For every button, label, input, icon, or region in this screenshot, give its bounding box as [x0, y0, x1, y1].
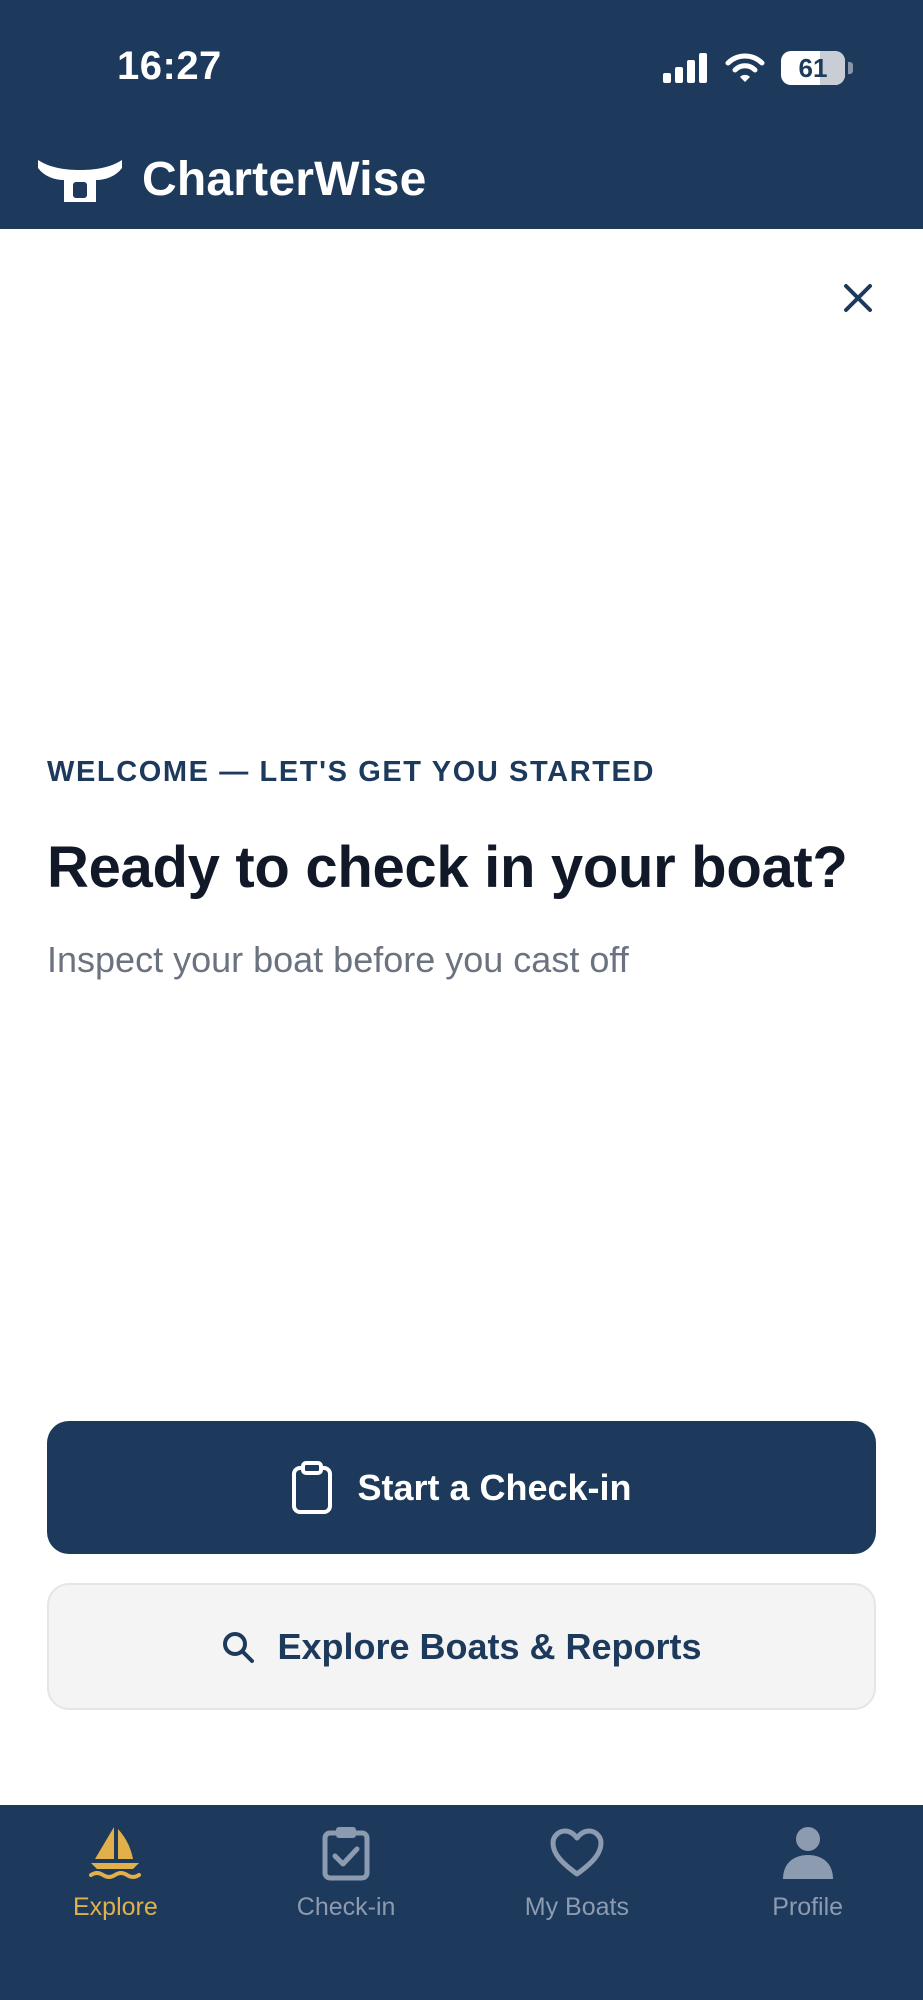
sailboat-icon	[85, 1823, 145, 1883]
clipboard-icon	[292, 1460, 333, 1514]
start-check-in-label: Start a Check-in	[357, 1466, 632, 1508]
wifi-icon	[725, 53, 765, 82]
close-button[interactable]	[830, 270, 886, 326]
app-header: 16:27 61 CharterWise	[0, 0, 923, 229]
close-icon	[844, 284, 872, 312]
tab-check-in[interactable]: Check-in	[231, 1805, 462, 2000]
battery-icon: 61	[781, 51, 853, 85]
bottom-tab-bar: Explore Check-in My Boats Profile	[0, 1805, 923, 2000]
clipboard-check-icon	[316, 1823, 376, 1883]
battery-tip	[848, 62, 853, 74]
app-name: CharterWise	[142, 153, 427, 206]
search-icon	[223, 1631, 255, 1663]
tab-my-boats[interactable]: My Boats	[462, 1805, 693, 2000]
welcome-eyebrow: WELCOME — LET'S GET YOU STARTED	[47, 756, 656, 788]
page-title: Ready to check in your boat?	[47, 835, 848, 900]
tab-check-in-label: Check-in	[296, 1893, 396, 1921]
person-icon	[778, 1823, 838, 1883]
cellular-signal-icon	[663, 53, 707, 83]
tab-profile-label: Profile	[772, 1893, 844, 1921]
start-check-in-button[interactable]: Start a Check-in	[47, 1421, 876, 1554]
explore-boats-label: Explore Boats & Reports	[277, 1625, 702, 1667]
status-time: 16:27	[117, 44, 222, 88]
page-subtitle: Inspect your boat before you cast off	[47, 939, 629, 980]
tab-explore[interactable]: Explore	[0, 1805, 231, 2000]
tab-my-boats-label: My Boats	[524, 1893, 629, 1921]
status-icons: 61	[663, 50, 853, 86]
boat-cleat-icon	[38, 159, 122, 202]
heart-icon	[547, 1823, 607, 1883]
battery-level: 61	[798, 52, 828, 83]
tab-explore-label: Explore	[72, 1893, 158, 1921]
explore-boats-button[interactable]: Explore Boats & Reports	[47, 1583, 876, 1710]
tab-profile[interactable]: Profile	[692, 1805, 923, 2000]
brand: CharterWise	[36, 152, 427, 207]
